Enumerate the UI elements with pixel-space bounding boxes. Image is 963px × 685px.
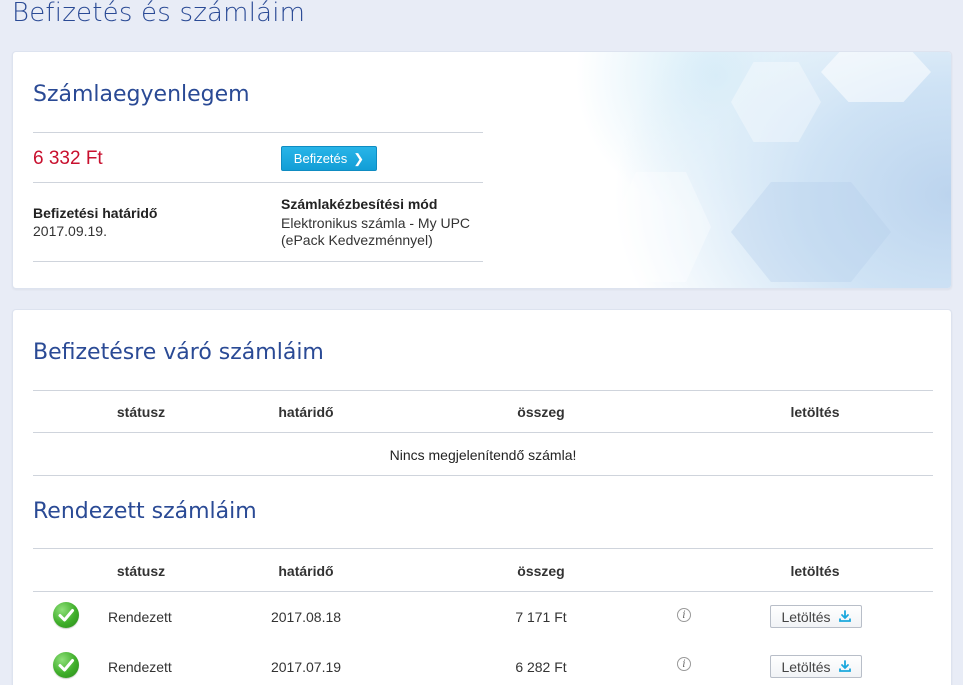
settled-bills-heading: Rendezett számláim [33,499,257,524]
chevron-right-icon: ❯ [353,150,365,166]
balance-card: Számlaegyenlegem 6 332 Ft Befizetés ❯ Be… [12,51,952,289]
divider [33,182,483,183]
decorative-background [481,52,951,288]
info-icon[interactable]: i [677,657,691,671]
divider [33,390,933,391]
empty-message: Nincs megjelenítendő számla! [389,447,577,463]
download-button[interactable]: Letöltés [770,605,862,628]
balance-amount: 6 332 Ft [33,148,103,169]
divider [33,591,933,592]
download-button[interactable]: Letöltés [770,655,862,678]
row-due-date: 2017.08.18 [270,609,342,625]
download-icon [838,659,851,675]
column-header-status: státusz [116,563,166,579]
download-button-label: Letöltés [781,658,831,675]
due-date-value: 2017.09.19. [33,223,107,239]
divider [33,548,933,549]
column-header-due: határidő [278,404,334,420]
column-header-download: letöltés [790,563,840,579]
pay-button-label: Befizetés [293,151,348,166]
pending-bills-heading: Befizetésre váró számláim [33,340,324,365]
divider [33,432,933,433]
row-status: Rendezett [108,659,172,675]
info-icon[interactable]: i [677,608,691,622]
checkmark-icon [53,602,79,628]
divider [33,475,933,476]
bills-card: Befizetésre váró számláim státusz határi… [12,309,952,685]
delivery-mode-line1: Elektronikus számla - My UPC [281,215,471,231]
row-amount: 7 171 Ft [515,609,567,625]
column-header-due: határidő [278,563,334,579]
due-date-label: Befizetési határidő [33,205,158,221]
column-header-amount: összeg [517,404,565,420]
divider [33,132,483,133]
download-icon [838,609,851,625]
divider [33,261,483,262]
checkmark-icon [53,652,79,678]
row-due-date: 2017.07.19 [270,659,342,675]
download-button-label: Letöltés [781,608,831,625]
column-header-amount: összeg [517,563,565,579]
pay-button[interactable]: Befizetés ❯ [281,146,377,171]
column-header-status: státusz [116,404,166,420]
row-amount: 6 282 Ft [515,659,567,675]
delivery-mode-line2: (ePack Kedvezménnyel) [281,232,433,248]
balance-heading: Számlaegyenlegem [33,82,250,107]
delivery-mode-label: Számlakézbesítési mód [281,196,438,212]
page-title: Befizetés és számláim [12,0,306,28]
row-status: Rendezett [108,609,172,625]
column-header-download: letöltés [790,404,840,420]
